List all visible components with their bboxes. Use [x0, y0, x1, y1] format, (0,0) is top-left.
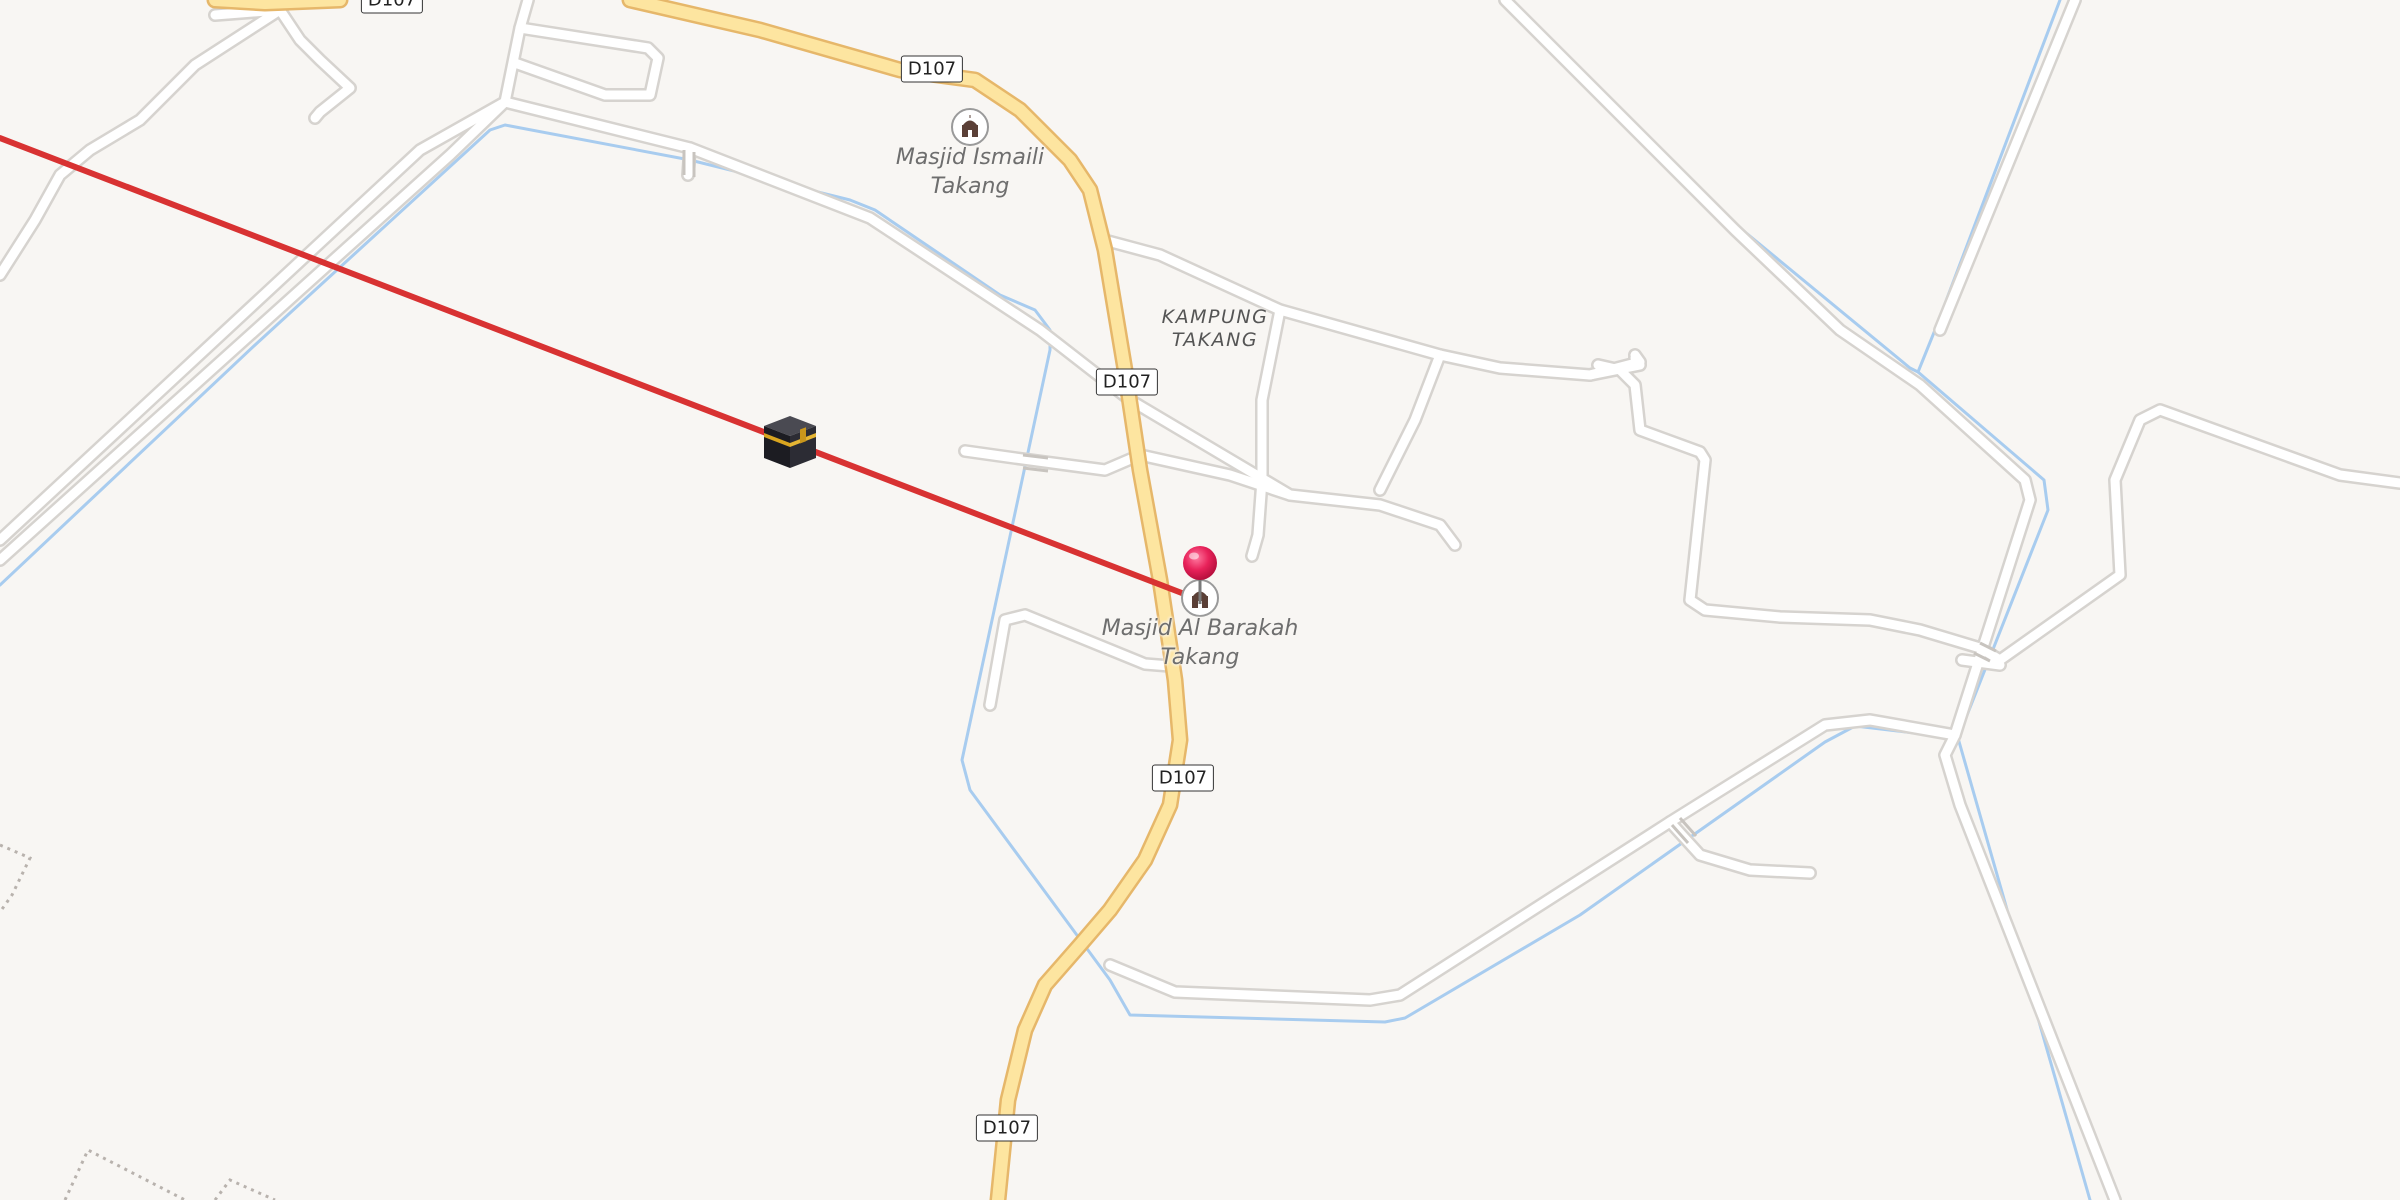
poi-label[interactable]: Masjid Ismaili Takang: [860, 143, 1080, 201]
mosque-icon[interactable]: [951, 108, 989, 146]
boundary-lines: [0, 843, 276, 1200]
poi-label[interactable]: Masjid Al Barakah Takang: [1090, 614, 1310, 672]
road-shield-d107: D107: [900, 55, 964, 83]
road-shield-d107: D107: [1095, 368, 1159, 396]
map-canvas[interactable]: D107 D107 D107 D107 D107 KAMPUNG TAKANG …: [0, 0, 2400, 1200]
pin-icon[interactable]: [1181, 544, 1219, 611]
road-shield-d107: D107: [1151, 764, 1215, 792]
kaaba-icon[interactable]: [760, 414, 820, 475]
place-label-kampung-takang: KAMPUNG TAKANG: [1161, 306, 1269, 351]
road-shield-d107: D107: [360, 0, 424, 14]
road-shield-d107: D107: [975, 1114, 1039, 1142]
